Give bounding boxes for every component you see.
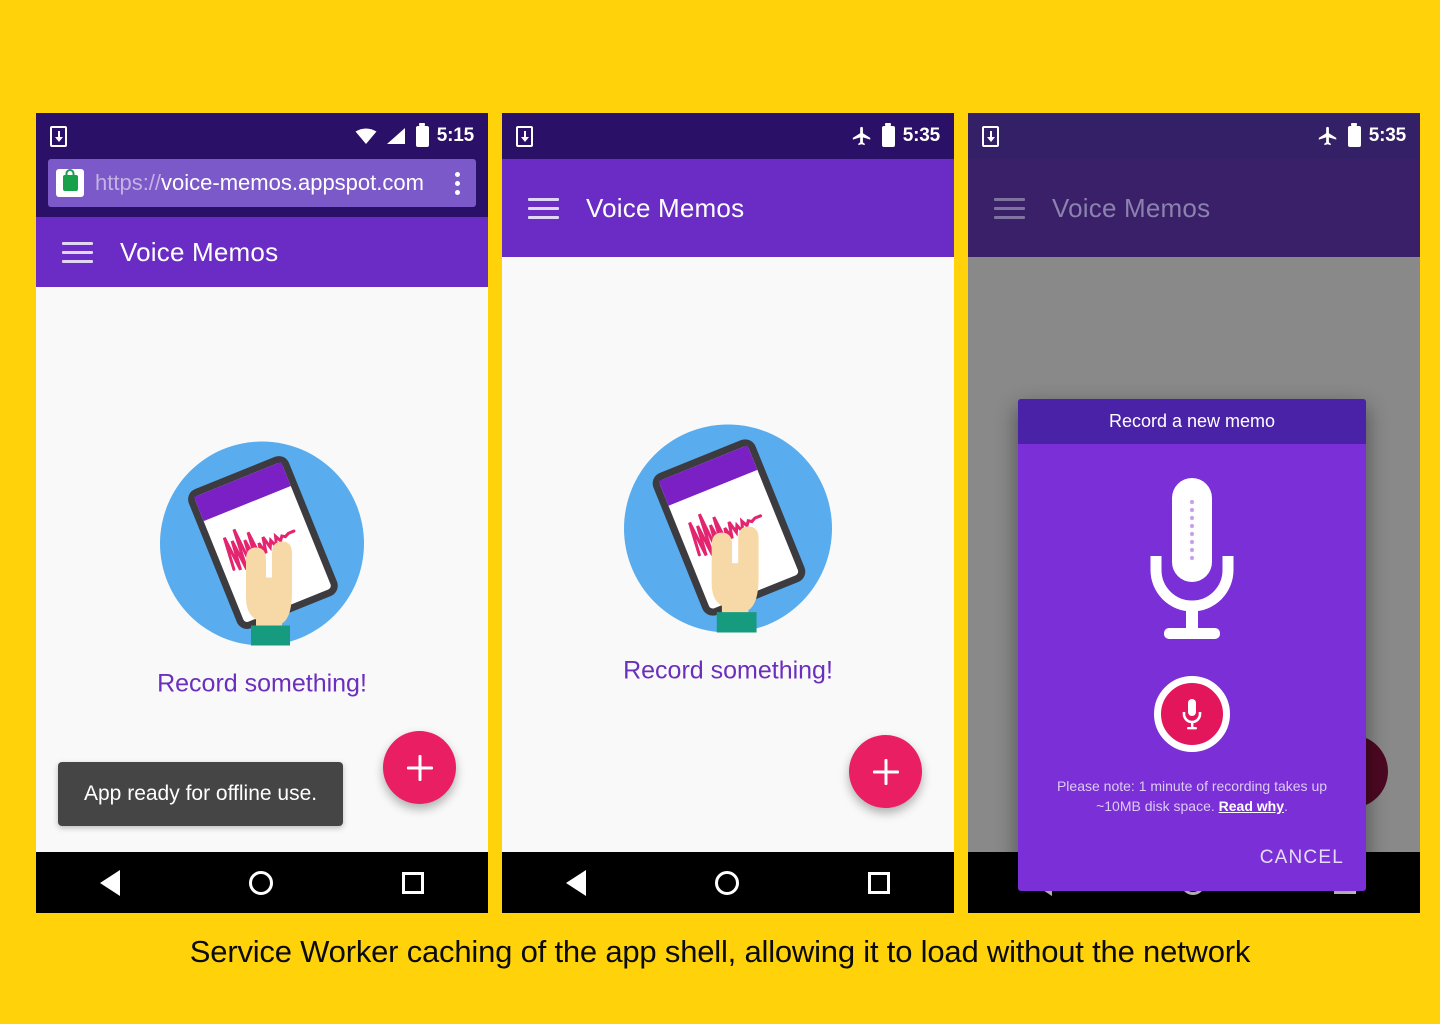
dialog-note-line-1: Please note: 1 minute of recording takes… xyxy=(1056,778,1328,794)
plus-icon xyxy=(407,755,433,781)
dialog-note: Please note: 1 minute of recording takes… xyxy=(1036,776,1348,817)
hamburger-icon[interactable] xyxy=(994,197,1025,219)
hand-holding-phone-illustration xyxy=(160,441,364,645)
status-bar-left xyxy=(50,125,67,147)
hamburger-icon[interactable] xyxy=(528,197,559,219)
status-bar-right: 5:35 xyxy=(1316,125,1406,147)
status-bar: 5:15 xyxy=(36,113,488,159)
record-memo-dialog: Record a new memo Please note: 1 minute … xyxy=(1018,399,1366,891)
microphone-icon xyxy=(1150,478,1234,639)
home-icon[interactable] xyxy=(714,870,739,895)
read-why-link[interactable]: Read why xyxy=(1219,798,1284,814)
recents-icon[interactable] xyxy=(867,871,890,894)
app-bar: Voice Memos xyxy=(968,159,1420,257)
empty-state-label: Record something! xyxy=(157,669,367,697)
airplane-mode-icon xyxy=(852,126,871,146)
hand-holding-phone-illustration xyxy=(624,424,832,632)
battery-icon xyxy=(881,125,895,147)
app-bar: Voice Memos xyxy=(502,159,954,257)
screen-body: Record a new memo Please note: 1 minute … xyxy=(968,257,1420,891)
status-bar-time: 5:35 xyxy=(1368,125,1406,146)
dialog-actions: CANCEL xyxy=(1018,831,1366,891)
empty-state: Record something! xyxy=(502,424,954,685)
phone-browser: 5:15 https://voice-memos.appspot.com Voi… xyxy=(36,113,488,913)
dialog-note-line-2-prefix: ~10MB disk space. xyxy=(1096,798,1219,815)
screen-body: Record something! App ready for offline … xyxy=(36,287,488,852)
status-bar-right: 5:35 xyxy=(850,125,940,147)
phone-screenshots-row: 5:15 https://voice-memos.appspot.com Voi… xyxy=(36,113,1420,913)
status-bar-time: 5:35 xyxy=(902,125,940,146)
home-icon[interactable] xyxy=(248,870,273,895)
add-memo-fab[interactable] xyxy=(849,735,922,808)
empty-state-label: Record something! xyxy=(623,656,833,684)
dialog-title: Record a new memo xyxy=(1018,399,1366,444)
app-bar-title: Voice Memos xyxy=(586,192,745,223)
signal-icon xyxy=(386,128,405,144)
record-button[interactable] xyxy=(1154,676,1230,752)
status-bar: 5:35 xyxy=(502,113,954,159)
status-bar: 5:35 xyxy=(968,113,1420,159)
browser-url-bar-container: https://voice-memos.appspot.com xyxy=(36,159,488,217)
back-icon[interactable] xyxy=(100,869,121,896)
url-scheme: https:// xyxy=(95,170,162,195)
phone-record-dialog: 5:35 Voice Memos Record a new memo Pleas… xyxy=(968,113,1420,913)
toast-message: App ready for offline use. xyxy=(58,762,344,826)
download-icon xyxy=(50,125,67,147)
cancel-button[interactable]: CANCEL xyxy=(1254,843,1350,873)
app-bar-title: Voice Memos xyxy=(120,236,279,267)
dialog-body: Please note: 1 minute of recording takes… xyxy=(1018,444,1366,831)
airplane-mode-icon xyxy=(1318,126,1337,146)
status-bar-time: 5:15 xyxy=(436,125,474,146)
download-icon xyxy=(516,125,533,147)
kebab-menu-icon[interactable] xyxy=(446,171,468,195)
lock-icon xyxy=(56,169,84,197)
url-bar[interactable]: https://voice-memos.appspot.com xyxy=(48,159,476,207)
microphone-icon xyxy=(1182,699,1202,730)
phone-offline: 5:35 Voice Memos Record something! xyxy=(502,113,954,913)
add-memo-fab[interactable] xyxy=(383,731,456,804)
figure-caption: Service Worker caching of the app shell,… xyxy=(189,934,1251,969)
hamburger-icon[interactable] xyxy=(62,241,93,263)
status-bar-left xyxy=(982,125,999,147)
screen-body: Record something! xyxy=(502,257,954,852)
back-icon[interactable] xyxy=(566,869,587,896)
status-bar-left xyxy=(516,125,533,147)
plus-icon xyxy=(873,759,899,785)
status-bar-right: 5:15 xyxy=(354,125,474,147)
battery-icon xyxy=(1347,125,1361,147)
url-text[interactable]: https://voice-memos.appspot.com xyxy=(95,170,424,196)
empty-state: Record something! xyxy=(36,441,488,698)
url-host: voice-memos.appspot.com xyxy=(161,170,424,195)
navigation-bar xyxy=(502,852,954,913)
wifi-icon xyxy=(355,128,377,144)
navigation-bar xyxy=(36,852,488,913)
download-icon xyxy=(982,125,999,147)
app-bar: Voice Memos xyxy=(36,217,488,287)
dialog-note-suffix: . xyxy=(1284,798,1288,815)
app-bar-title: Voice Memos xyxy=(1052,192,1211,223)
battery-icon xyxy=(415,125,429,147)
recents-icon[interactable] xyxy=(401,871,424,894)
